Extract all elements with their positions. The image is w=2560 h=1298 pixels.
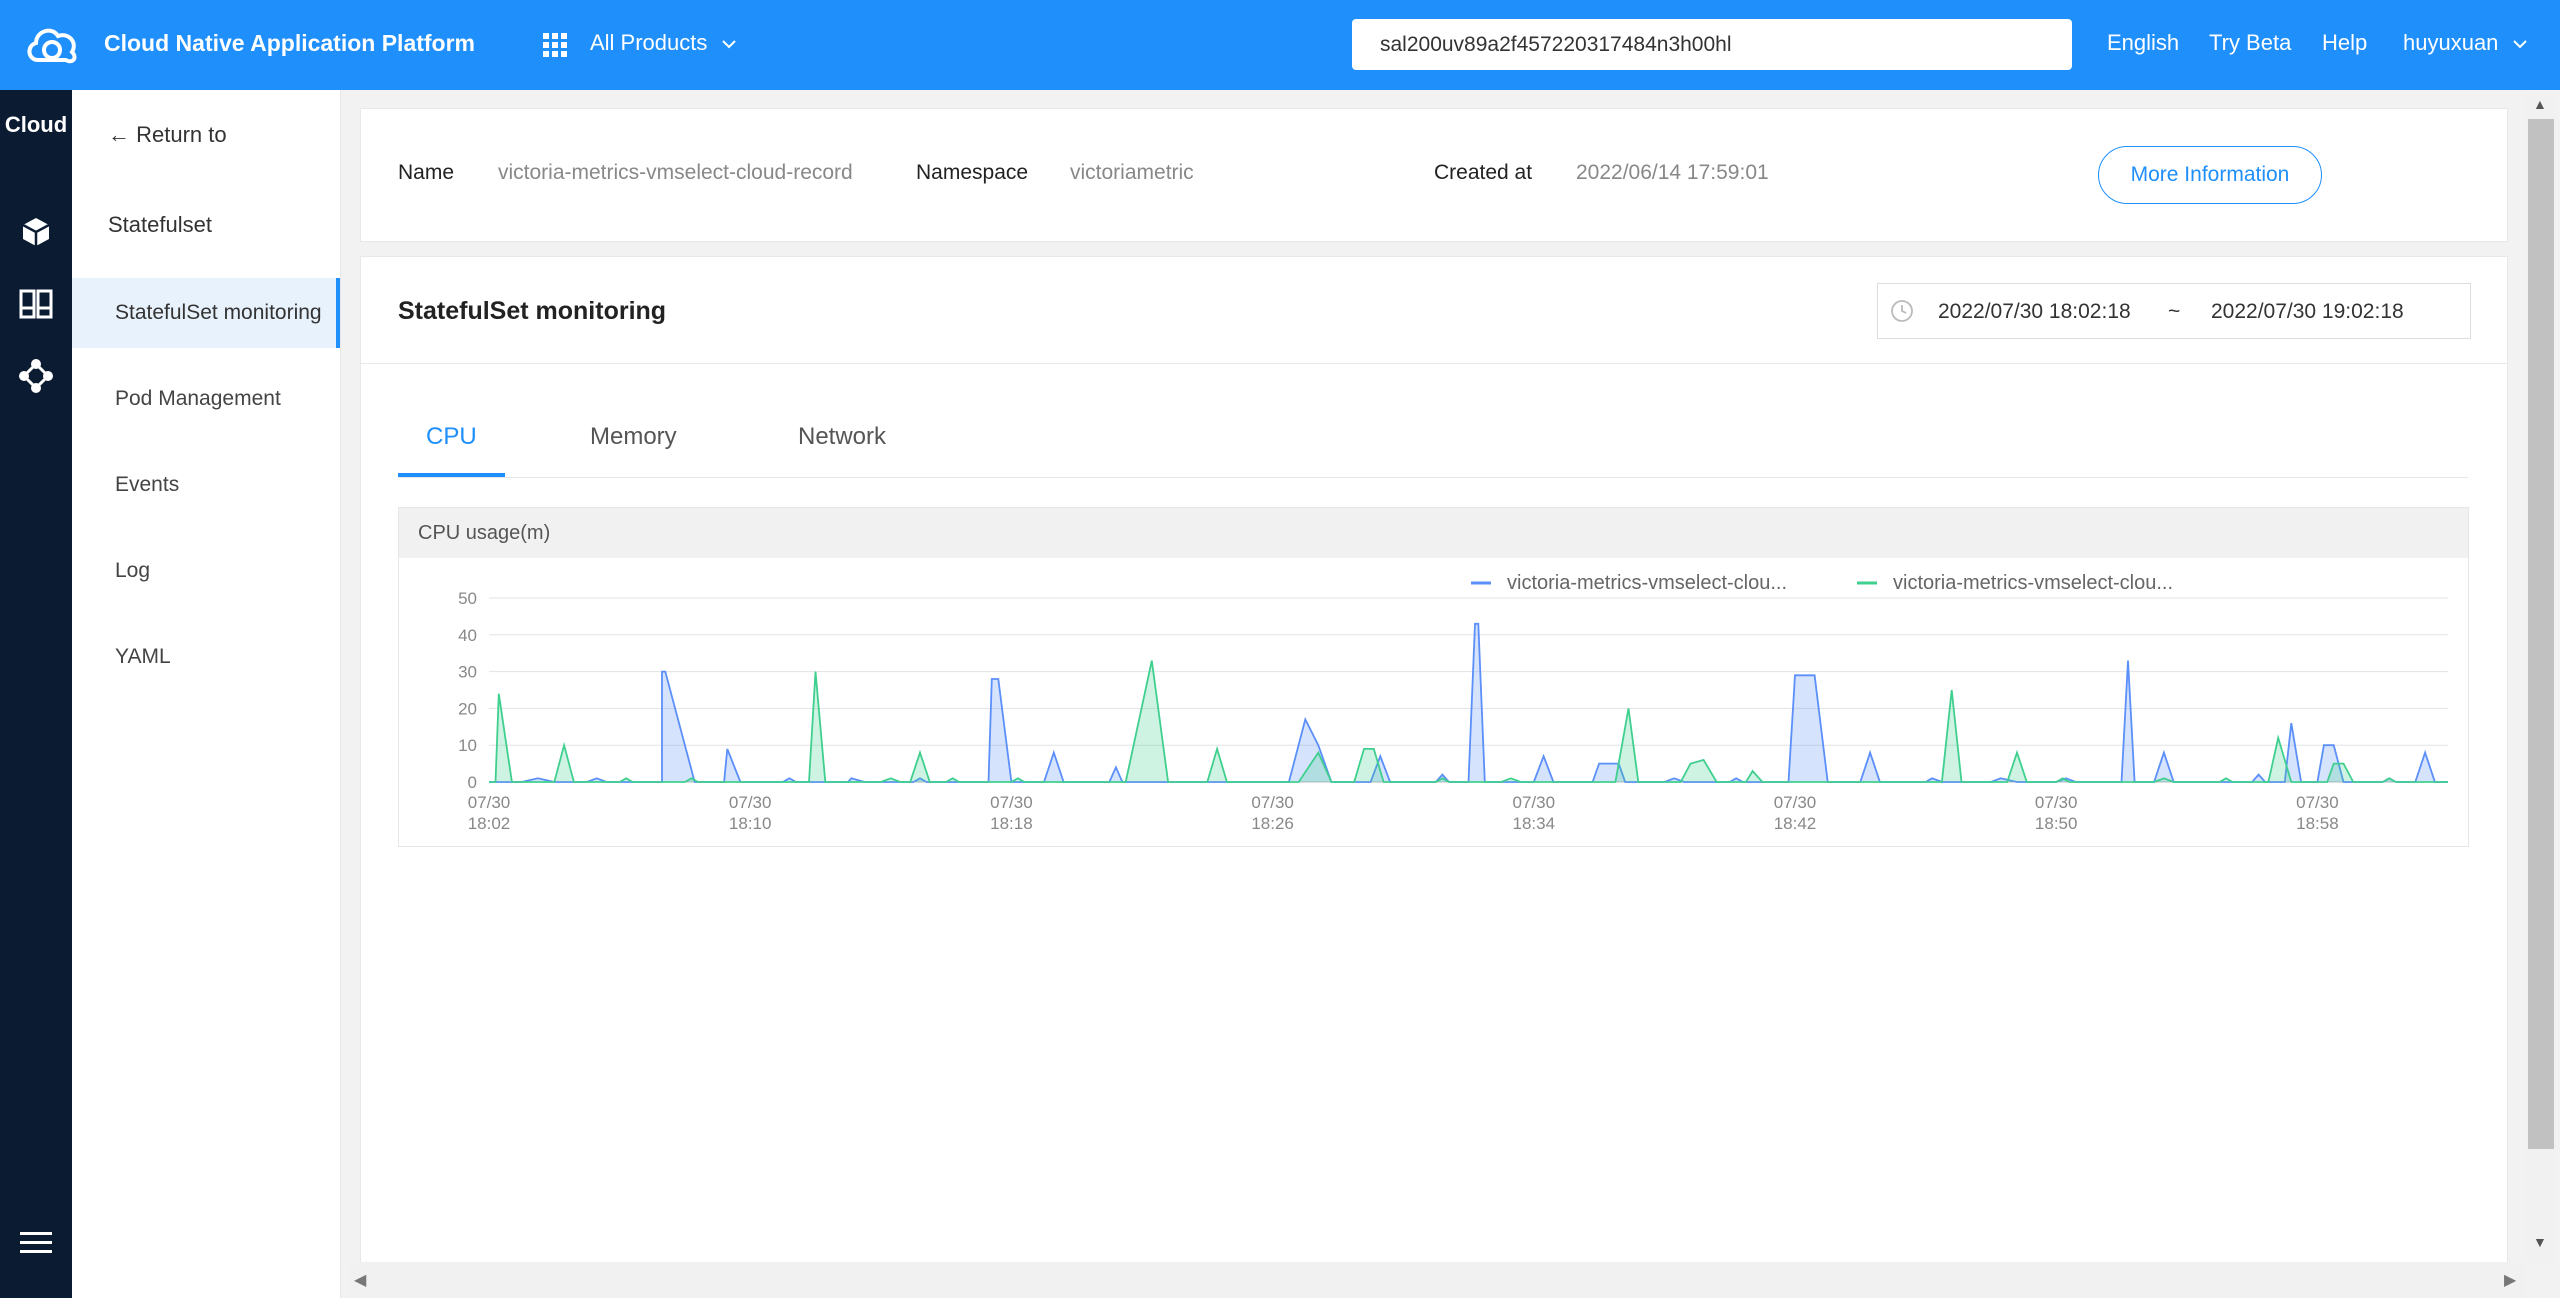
top-nav-bar: Cloud Native Application Platform All Pr… <box>0 0 2560 90</box>
series-area-1 <box>489 623 2448 782</box>
y-tick-label: 0 <box>468 773 477 792</box>
columns-icon[interactable] <box>16 284 56 324</box>
help-link[interactable]: Help <box>2322 30 2367 56</box>
y-tick-label: 30 <box>458 663 477 682</box>
scroll-left-arrow[interactable]: ◀ <box>354 1270 366 1290</box>
y-tick-label: 10 <box>458 736 477 755</box>
clock-icon <box>1891 300 1913 322</box>
scroll-down-arrow[interactable]: ▼ <box>2533 1234 2547 1250</box>
x-tick-label: 18:58 <box>2296 814 2339 833</box>
namespace-value: victoriametric <box>1070 161 1194 184</box>
y-tick-label: 40 <box>458 626 477 645</box>
monitoring-title: StatefulSet monitoring <box>398 297 667 325</box>
sidebar-item-pod-management[interactable]: Pod Management <box>72 364 340 434</box>
rail-title: Cloud <box>4 112 68 137</box>
x-tick-label: 07/30 <box>1513 793 1556 812</box>
network-icon[interactable] <box>16 356 56 396</box>
cpu-usage-chart: 0 10 20 30 40 50 07/30 18:02 07/30 18:10 07/30 18:1… <box>458 572 2448 833</box>
search-input[interactable] <box>1352 19 2072 70</box>
name-value: victoria-metrics-vmselect-cloud-record <box>498 161 853 184</box>
y-tick-label: 50 <box>458 589 477 608</box>
name-label: Name <box>398 161 455 184</box>
sidebar-section-title: Statefulset <box>108 212 212 237</box>
x-tick-label: 07/30 <box>1774 793 1817 812</box>
info-card: Name victoria-metrics-vmselect-cloud-rec… <box>360 108 2508 242</box>
return-link[interactable]: ← Return to <box>108 122 227 148</box>
chart-header: CPU usage(m) <box>399 508 2468 558</box>
tab-cpu[interactable]: CPU <box>426 423 477 451</box>
series-line-1 <box>489 622 2448 783</box>
apps-grid-icon[interactable] <box>542 32 568 58</box>
x-tick-label: 18:34 <box>1513 814 1556 833</box>
x-tick-label: 07/30 <box>2035 793 2078 812</box>
x-tick-label: 07/30 <box>2296 793 2339 812</box>
try-beta-link[interactable]: Try Beta <box>2209 30 2291 56</box>
y-tick-label: 20 <box>458 699 477 718</box>
app-title[interactable]: Cloud Native Application Platform <box>104 30 475 57</box>
all-products-label: All Products <box>590 30 708 55</box>
range-separator: ~ <box>2168 300 2181 323</box>
range-start: 2022/07/30 18:02:18 <box>1938 300 2131 323</box>
chart-title: CPU usage(m) <box>418 522 551 544</box>
divider <box>361 363 2507 364</box>
active-tab-indicator <box>398 473 505 477</box>
vertical-scrollbar[interactable]: ▲ ▼ <box>2526 92 2556 1262</box>
created-at-value: 2022/06/14 17:59:01 <box>1576 161 1769 184</box>
x-tick-label: 18:26 <box>1251 814 1294 833</box>
more-information-button[interactable]: More Information <box>2098 146 2322 204</box>
cpu-chart-panel: CPU usage(m) 0 10 20 30 40 50 07/30 18:02 07/30 1… <box>398 507 2469 847</box>
x-tick-label: 07/30 <box>468 793 511 812</box>
legend-label: victoria-metrics-vmselect-clou... <box>1507 572 1787 594</box>
created-at-label: Created at <box>1434 161 1533 184</box>
chevron-down-icon <box>2512 40 2527 49</box>
x-tick-label: 18:42 <box>1774 814 1817 833</box>
scrollbar-thumb[interactable] <box>2528 119 2554 1149</box>
legend-label: victoria-metrics-vmselect-clou... <box>1893 572 2173 594</box>
namespace-label: Namespace <box>916 161 1029 184</box>
user-name: huyuxuan <box>2403 30 2499 55</box>
x-tick-label: 18:50 <box>2035 814 2078 833</box>
x-tick-label: 07/30 <box>990 793 1033 812</box>
time-range-picker[interactable]: 2022/07/30 18:02:18 ~ 2022/07/30 19:02:1… <box>1877 283 2471 339</box>
scroll-up-arrow[interactable]: ▲ <box>2533 96 2547 112</box>
horizontal-scrollbar[interactable]: ◀ ▶ <box>348 1262 2526 1298</box>
user-menu[interactable]: huyuxuan <box>2403 30 2527 56</box>
cube-icon[interactable] <box>16 212 56 252</box>
range-end: 2022/07/30 19:02:18 <box>2211 300 2404 323</box>
left-rail: Cloud <box>0 90 72 1298</box>
tab-memory[interactable]: Memory <box>590 423 677 451</box>
sidebar-item-statefulset-monitoring[interactable]: StatefulSet monitoring <box>72 278 340 348</box>
x-tick-label: 18:18 <box>990 814 1033 833</box>
x-tick-label: 07/30 <box>729 793 772 812</box>
all-products-menu[interactable]: All Products <box>590 30 736 56</box>
tab-network[interactable]: Network <box>798 423 886 451</box>
menu-icon[interactable] <box>16 1222 56 1262</box>
scroll-right-arrow[interactable]: ▶ <box>2504 1270 2516 1290</box>
language-link[interactable]: English <box>2107 30 2179 56</box>
x-tick-label: 18:10 <box>729 814 772 833</box>
secondary-sidebar: ← Return to Statefulset StatefulSet moni… <box>72 90 341 1298</box>
x-tick-label: 18:02 <box>468 814 511 833</box>
cloud-logo-icon[interactable] <box>24 22 80 68</box>
sidebar-item-yaml[interactable]: YAML <box>72 622 340 692</box>
sidebar-item-log[interactable]: Log <box>72 536 340 606</box>
monitoring-card: StatefulSet monitoring 2022/07/30 18:02:… <box>360 256 2508 1264</box>
metric-tabs: CPU Memory Network <box>398 409 2468 478</box>
x-tick-label: 07/30 <box>1251 793 1294 812</box>
chevron-down-icon <box>721 40 736 49</box>
sidebar-item-events[interactable]: Events <box>72 450 340 520</box>
